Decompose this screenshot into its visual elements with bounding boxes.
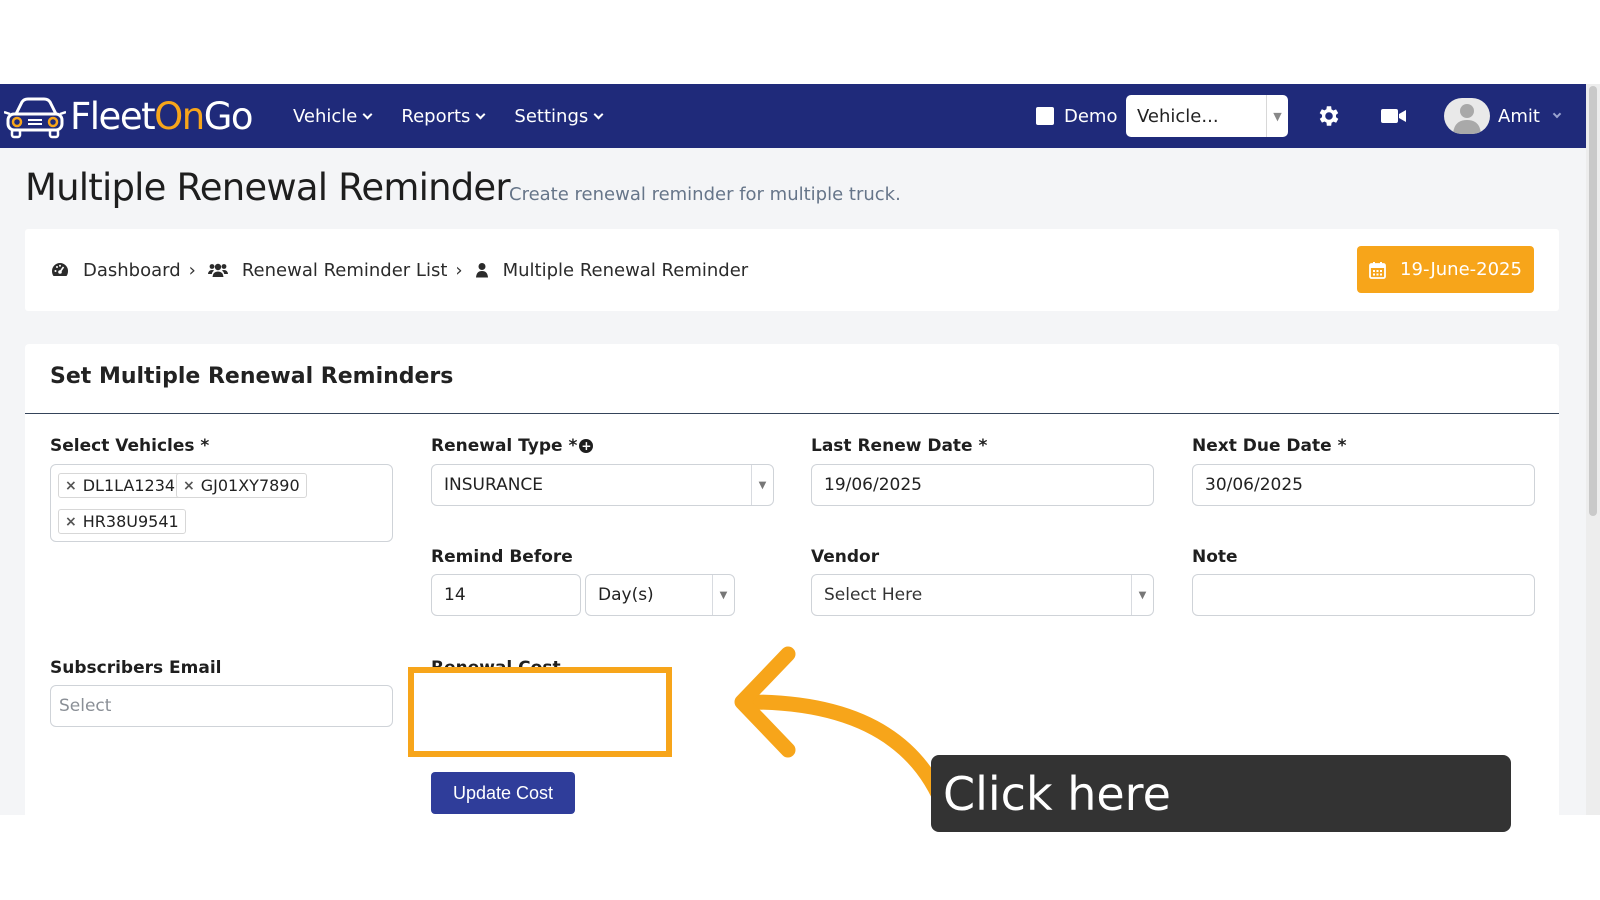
vendor-label: Vendor [811, 547, 880, 567]
breadcrumb-current: Multiple Renewal Reminder [502, 259, 749, 281]
brand-word-on: On [154, 95, 205, 138]
select-vehicles-input[interactable]: × DL1LA1234 × GJ01XY7890 × HR38U9541 [50, 464, 393, 542]
car-logo-icon [4, 97, 66, 139]
chevron-down-icon [593, 109, 604, 119]
breadcrumb-dashboard[interactable]: Dashboard [83, 260, 181, 281]
remove-tag-icon[interactable]: × [65, 478, 77, 494]
scrollbar-thumb[interactable] [1589, 86, 1597, 516]
page-scrollbar[interactable] [1586, 84, 1600, 815]
renewal-type-select[interactable]: INSURANCE ▼ [431, 464, 774, 506]
chevron-down-icon [362, 109, 373, 119]
renewal-type-label-text: Renewal Type * [431, 436, 578, 456]
remind-before-input[interactable]: 14 [431, 574, 581, 616]
renewal-type-value: INSURANCE [444, 475, 544, 495]
top-navbar: FleetOnGo Vehicle Reports Settings Demo … [0, 84, 1586, 148]
subscribers-email-placeholder: Select [59, 696, 112, 716]
brand-word-go: Go [203, 95, 254, 138]
subscribers-email-label: Subscribers Email [50, 658, 222, 678]
user-name-label: Amit [1498, 105, 1540, 127]
vendor-select[interactable]: Select Here ▼ [811, 574, 1154, 616]
demo-toggle[interactable]: Demo [1036, 84, 1117, 148]
vehicle-tag: × DL1LA1234 [58, 473, 183, 498]
dropdown-arrow-icon[interactable]: ▼ [1131, 575, 1153, 615]
renewal-type-label: Renewal Type * + [431, 436, 594, 456]
demo-label: Demo [1064, 105, 1118, 127]
last-renew-date-label: Last Renew Date * [811, 436, 988, 456]
update-cost-button[interactable]: Update Cost [431, 772, 575, 814]
remove-tag-icon[interactable]: × [65, 514, 77, 530]
page-subtitle: Create renewal reminder for multiple tru… [509, 184, 901, 205]
brand-logo[interactable]: FleetOnGo [4, 94, 254, 140]
chevron-down-icon [1552, 109, 1562, 119]
nav-reports[interactable]: Reports [401, 105, 486, 127]
breadcrumb-renewal-list[interactable]: Renewal Reminder List [242, 260, 448, 281]
last-renew-date-value: 19/06/2025 [824, 475, 922, 495]
vehicle-tag: × GJ01XY7890 [176, 473, 307, 498]
calendar-icon [1369, 261, 1386, 279]
user-avatar-icon [1453, 104, 1481, 134]
select-vehicles-label: Select Vehicles * [50, 436, 210, 456]
nav-settings-label: Settings [514, 105, 589, 127]
brand-word-fleet: Fleet [70, 95, 156, 138]
next-due-date-label: Next Due Date * [1192, 436, 1347, 456]
remove-tag-icon[interactable]: × [183, 478, 195, 494]
nav-settings[interactable]: Settings [514, 105, 604, 127]
screenshot-stage: FleetOnGo Vehicle Reports Settings Demo … [0, 0, 1600, 900]
gear-icon[interactable] [1316, 103, 1342, 129]
remind-before-value: 14 [444, 585, 466, 605]
remind-before-unit-value: Day(s) [598, 585, 654, 605]
user-avatar[interactable] [1444, 98, 1490, 134]
dropdown-arrow-icon[interactable]: ▼ [751, 465, 773, 505]
breadcrumb-separator: › [455, 259, 463, 281]
chevron-down-icon [475, 109, 486, 119]
video-camera-icon[interactable] [1381, 106, 1407, 126]
card-header: Set Multiple Renewal Reminders [25, 344, 1559, 414]
dropdown-arrow-icon[interactable]: ▼ [1266, 95, 1288, 137]
users-group-icon [207, 262, 228, 278]
dashboard-gauge-icon [51, 262, 69, 278]
card-title: Set Multiple Renewal Reminders [50, 364, 454, 389]
breadcrumb: Dashboard › Renewal Reminder List › Mult… [51, 229, 748, 311]
vehicle-tag: × HR38U9541 [58, 509, 186, 534]
dropdown-arrow-icon[interactable]: ▼ [712, 575, 734, 615]
nav-vehicle-label: Vehicle [293, 105, 358, 127]
breadcrumb-card: Dashboard › Renewal Reminder List › Mult… [25, 229, 1559, 311]
breadcrumb-separator: › [188, 259, 196, 281]
demo-checkbox[interactable] [1036, 107, 1054, 125]
callout-text: Click here [943, 766, 1171, 821]
add-renewal-type-icon[interactable]: + [579, 439, 594, 453]
page-title: Multiple Renewal Reminder [25, 166, 511, 209]
vehicle-tag-label: HR38U9541 [82, 512, 179, 531]
highlight-box [408, 667, 672, 757]
nav-reports-label: Reports [401, 105, 471, 127]
next-due-date-input[interactable]: 30/06/2025 [1192, 464, 1535, 506]
date-badge[interactable]: 19-June-2025 [1357, 246, 1534, 293]
date-badge-text: 19-June-2025 [1400, 259, 1522, 280]
vehicle-select[interactable]: Vehicle... ▼ [1126, 95, 1288, 137]
vehicle-tag-label: DL1LA1234 [82, 476, 176, 495]
last-renew-date-input[interactable]: 19/06/2025 [811, 464, 1154, 506]
user-menu[interactable]: Amit [1498, 84, 1562, 148]
note-input[interactable] [1192, 574, 1535, 616]
main-nav: Vehicle Reports Settings [293, 84, 632, 148]
vehicle-select-value: Vehicle... [1137, 105, 1219, 127]
callout-label: Click here [931, 755, 1511, 832]
brand-wordmark: FleetOnGo [70, 94, 254, 140]
next-due-date-value: 30/06/2025 [1205, 475, 1303, 495]
remind-before-unit-select[interactable]: Day(s) ▼ [585, 574, 735, 616]
user-icon [475, 262, 489, 278]
remind-before-label: Remind Before [431, 547, 573, 567]
note-label: Note [1192, 547, 1238, 567]
subscribers-email-select[interactable]: Select [50, 685, 393, 727]
nav-vehicle[interactable]: Vehicle [293, 105, 373, 127]
vehicle-tag-label: GJ01XY7890 [200, 476, 300, 495]
vendor-placeholder: Select Here [824, 585, 923, 605]
